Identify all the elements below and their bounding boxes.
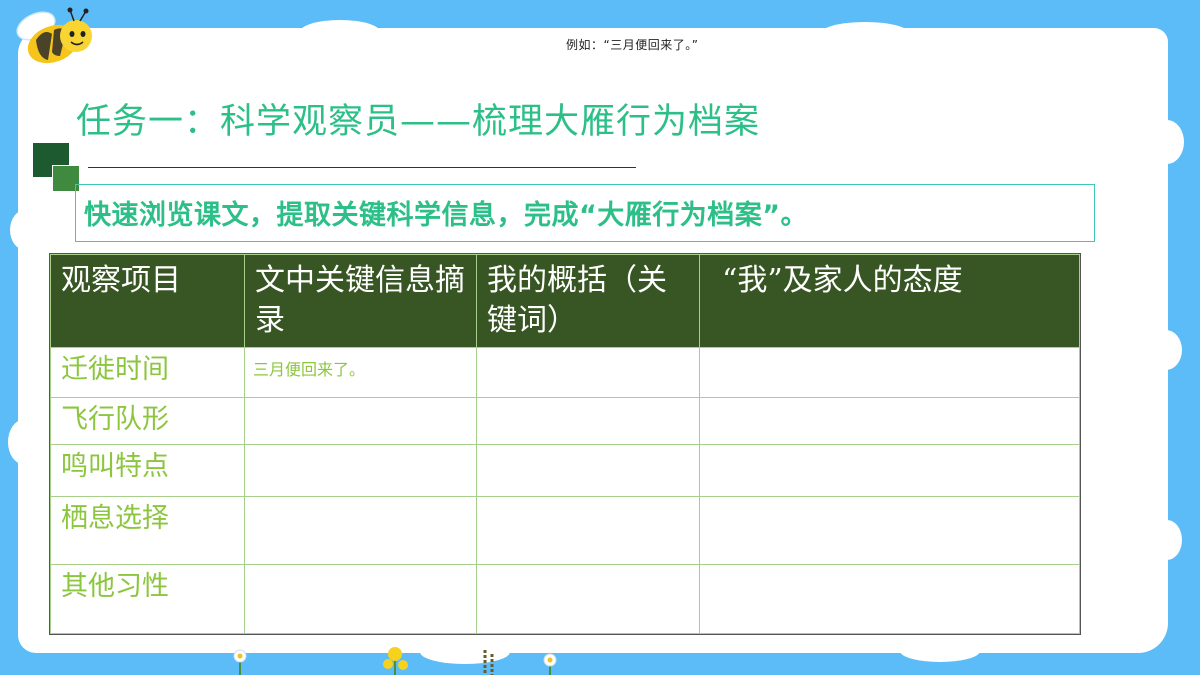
table-row: 迁徙时间 三月便回来了。 [50, 346, 1080, 399]
table-cell-attitude[interactable] [699, 397, 1080, 445]
table-cell-quote[interactable] [244, 496, 477, 566]
table-cell-quote[interactable] [244, 564, 477, 634]
row-label: 鸣叫特点 [50, 443, 245, 498]
table-cell-attitude[interactable] [699, 443, 1080, 498]
header-key-quote: 文中关键信息摘录 [244, 254, 477, 348]
table-cell-attitude[interactable] [699, 346, 1080, 399]
header-family-attitude: “我”及家人的态度 [699, 254, 1080, 348]
table-row: 其他习性 [50, 564, 1080, 634]
goose-behavior-table: 观察项目 文中关键信息摘录 我的概括（关键词） “我”及家人的态度 迁徙时间 三… [49, 253, 1081, 635]
row-label: 栖息选择 [50, 496, 245, 566]
table-cell-summary[interactable] [476, 564, 700, 634]
table-row: 栖息选择 [50, 496, 1080, 566]
table-cell-quote[interactable] [244, 443, 477, 498]
table-row: 鸣叫特点 [50, 443, 1080, 498]
header-observation-item: 观察项目 [50, 254, 245, 348]
bee-icon [16, 7, 92, 64]
table-cell-quote[interactable] [244, 397, 477, 445]
row-label: 飞行队形 [50, 397, 245, 445]
page-title: 任务一：科学观察员——梳理大雁行为档案 [76, 102, 761, 142]
table-cell-summary[interactable] [476, 346, 700, 399]
table-cell-attitude[interactable] [699, 496, 1080, 566]
header-my-summary: 我的概括（关键词） [476, 254, 700, 348]
row-label: 迁徙时间 [50, 346, 245, 399]
table-cell-summary[interactable] [476, 496, 700, 566]
table-header-row: 观察项目 文中关键信息摘录 我的概括（关键词） “我”及家人的态度 [50, 254, 1080, 348]
row-label: 其他习性 [50, 564, 245, 634]
table-cell-attitude[interactable] [699, 564, 1080, 634]
title-underline [88, 167, 636, 168]
table-cell-summary[interactable] [476, 443, 700, 498]
flower-decoration [233, 647, 557, 675]
table-cell-quote[interactable]: 三月便回来了。 [244, 346, 477, 399]
instruction-text: 快速浏览课文，提取关键科学信息，完成“大雁行为档案”。 [84, 200, 808, 231]
table-row: 飞行队形 [50, 397, 1080, 445]
example-note: 例如：“三月便回来了。” [566, 38, 699, 52]
table-cell-summary[interactable] [476, 397, 700, 445]
